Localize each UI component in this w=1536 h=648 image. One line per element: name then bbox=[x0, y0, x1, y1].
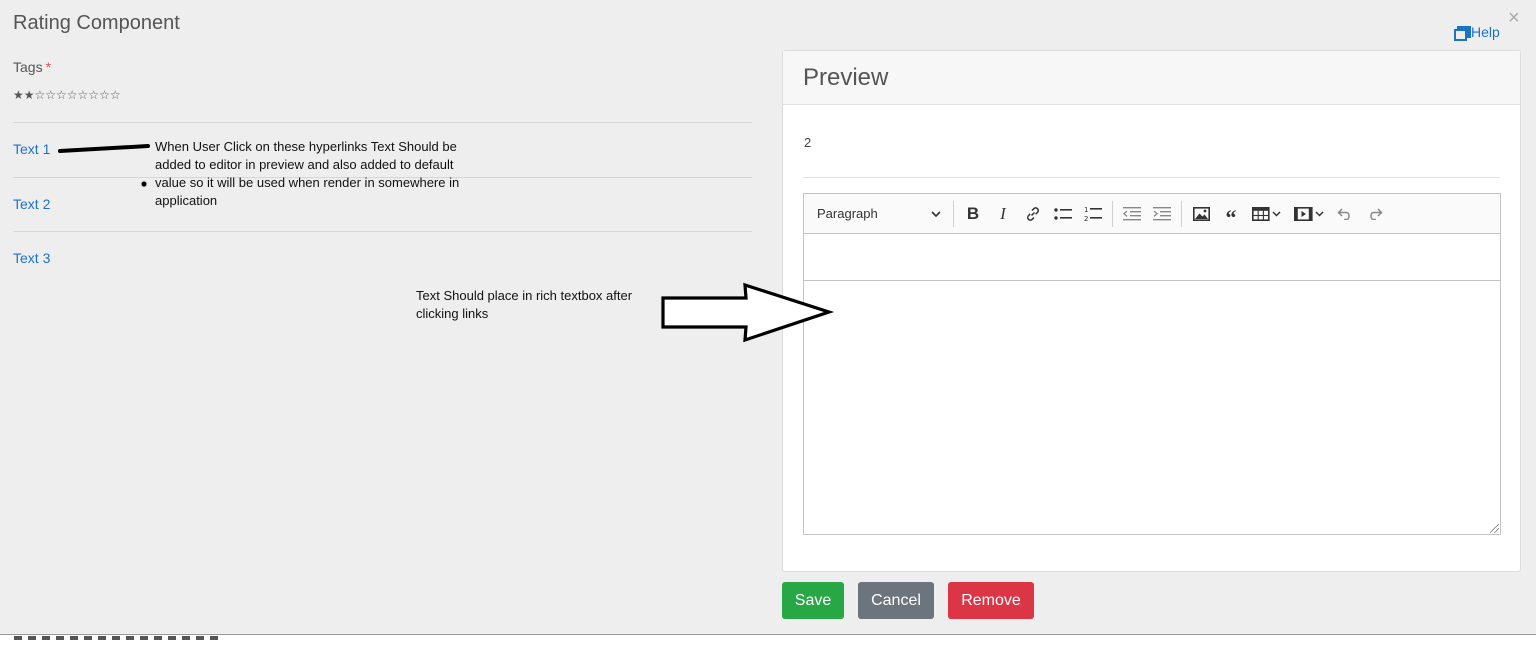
annotation-arrow-icon bbox=[661, 282, 835, 343]
annotation-dot bbox=[141, 181, 147, 187]
annotation-overlay bbox=[58, 144, 835, 343]
annotation-stroke bbox=[58, 144, 150, 153]
